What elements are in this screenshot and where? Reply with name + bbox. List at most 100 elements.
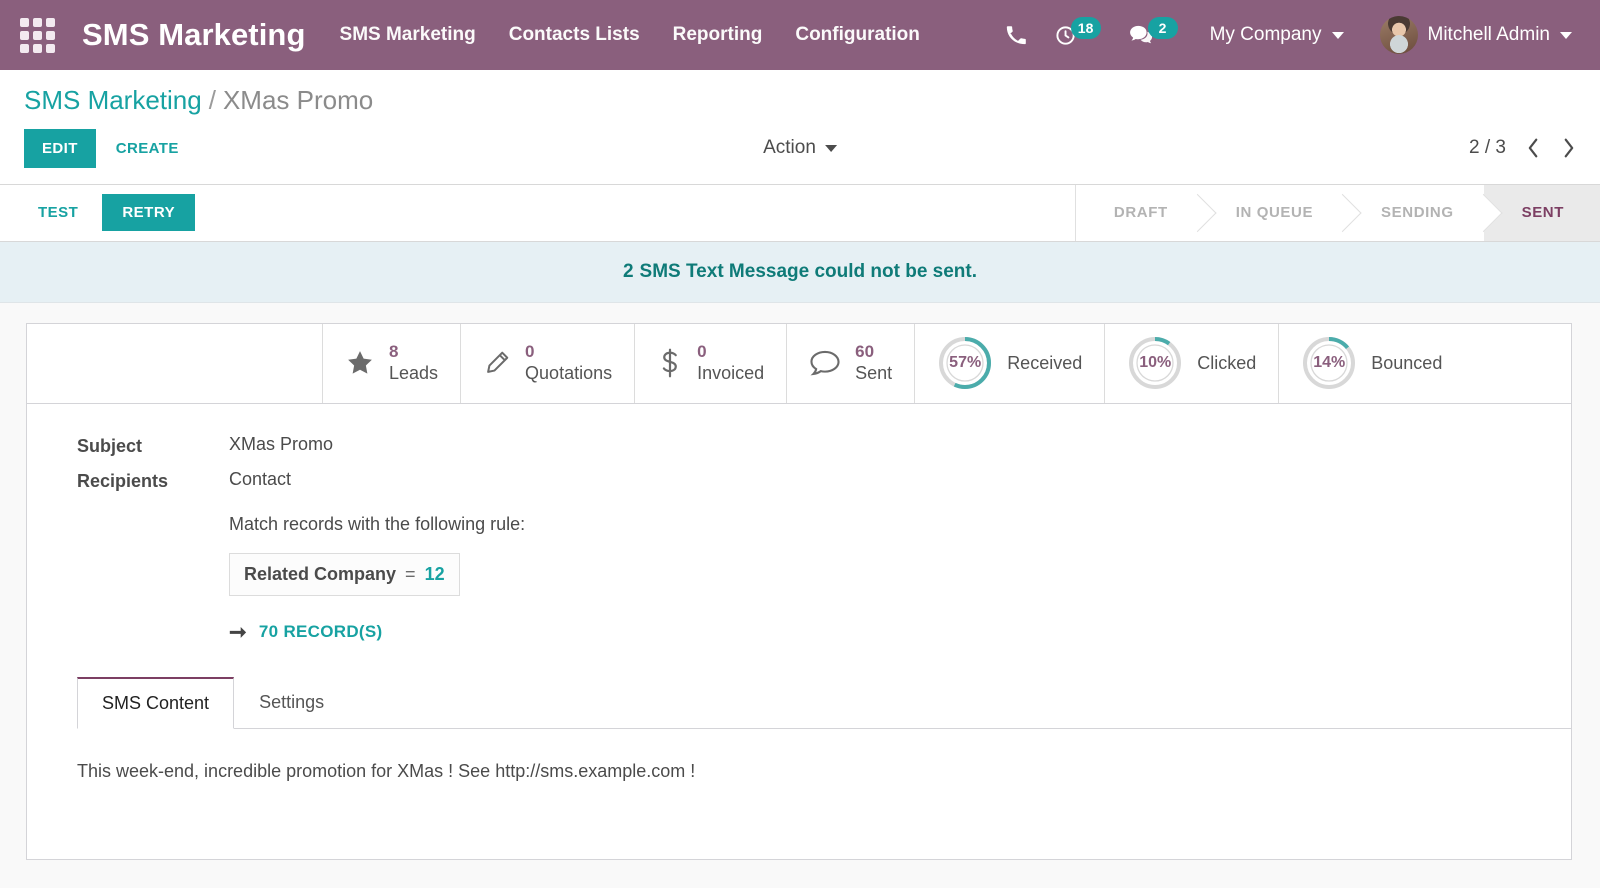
stat-text-invoiced: 0 Invoiced [697, 342, 764, 384]
company-name: My Company [1210, 24, 1322, 46]
stat-button-quotations[interactable]: 0 Quotations [461, 324, 635, 403]
stat-button-received[interactable]: 57% Received [915, 324, 1105, 403]
record-form: Subject XMas Promo Recipients Contact Ma… [27, 404, 1571, 643]
menu-item-sms-marketing[interactable]: SMS Marketing [340, 24, 476, 46]
stage-draft[interactable]: DRAFT [1075, 185, 1198, 241]
donut-bounced: 14% [1301, 335, 1357, 391]
create-button[interactable]: CREATE [100, 129, 195, 168]
dollar-icon [657, 348, 683, 378]
top-navbar: SMS Marketing SMS Marketing Contacts Lis… [0, 0, 1600, 70]
stat-value-quotations: 0 [525, 342, 534, 361]
chevron-down-icon [1560, 32, 1572, 39]
pager-previous-button[interactable] [1526, 136, 1541, 160]
menu-item-contacts-lists[interactable]: Contacts Lists [509, 24, 640, 46]
subject-label: Subject [77, 434, 229, 457]
company-switcher[interactable]: My Company [1192, 24, 1354, 46]
donut-label-received: Received [1007, 353, 1082, 374]
apps-grid-icon[interactable] [14, 12, 60, 58]
phone-icon[interactable] [991, 24, 1041, 46]
star-icon [345, 348, 375, 378]
retry-button[interactable]: RETRY [102, 194, 195, 231]
control-panel: SMS Marketing/XMas Promo EDIT CREATE Act… [0, 70, 1600, 185]
stat-text-sent: 60 Sent [855, 342, 892, 384]
tab-sms-content[interactable]: SMS Content [77, 677, 234, 729]
edit-button[interactable]: EDIT [24, 129, 96, 168]
donut-label-clicked: Clicked [1197, 353, 1256, 374]
field-row-subject: Subject XMas Promo [77, 434, 1521, 457]
stat-label-quotations: Quotations [525, 363, 612, 383]
donut-value-bounced: 14% [1301, 335, 1357, 391]
stat-button-sent[interactable]: 60 Sent [787, 324, 915, 403]
stat-value-leads: 8 [389, 342, 398, 361]
status-pipeline: DRAFT IN QUEUE SENDING SENT [1075, 185, 1600, 241]
alert-count: 2 [623, 261, 634, 282]
stat-button-bounced[interactable]: 14% Bounced [1279, 324, 1464, 403]
user-menu[interactable]: Mitchell Admin [1354, 16, 1583, 54]
donut-received: 57% [937, 335, 993, 391]
recipients-block: Contact Match records with the following… [229, 469, 525, 643]
activity-count-badge: 18 [1071, 17, 1101, 39]
rule-operator: = [405, 564, 416, 585]
sms-body-text[interactable]: This week-end, incredible promotion for … [77, 761, 1521, 782]
breadcrumb-row: SMS Marketing/XMas Promo [0, 70, 1600, 115]
control-panel-actions: EDIT CREATE Action 2 / 3 [0, 115, 1600, 184]
avatar [1380, 16, 1418, 54]
donut-clicked: 10% [1127, 335, 1183, 391]
stat-button-invoiced[interactable]: 0 Invoiced [635, 324, 787, 403]
main-menu: SMS Marketing Contacts Lists Reporting C… [340, 24, 920, 46]
tab-panel-sms-content: This week-end, incredible promotion for … [27, 729, 1571, 859]
navbar-right-group: 18 2 My Company Mitchell Admin [991, 16, 1582, 54]
stat-value-sent: 60 [855, 342, 874, 361]
user-name: Mitchell Admin [1428, 24, 1551, 46]
rule-field-name: Related Company [244, 564, 396, 585]
stat-buttons-row: 8 Leads 0 Quotations 0 Inv [27, 324, 1571, 404]
domain-rule-chip[interactable]: Related Company = 12 [229, 553, 460, 596]
stage-sending[interactable]: SENDING [1343, 185, 1484, 241]
pager-next-button[interactable] [1561, 136, 1576, 160]
pencil-icon [483, 349, 511, 377]
donut-label-bounced: Bounced [1371, 353, 1442, 374]
field-row-recipients: Recipients Contact Match records with th… [77, 469, 1521, 643]
app-brand-title[interactable]: SMS Marketing [82, 17, 306, 53]
stat-label-leads: Leads [389, 363, 438, 383]
records-count-label: 70 RECORD(S) [259, 622, 383, 642]
activity-clock-button[interactable]: 18 [1041, 24, 1115, 47]
breadcrumb-current: XMas Promo [223, 85, 373, 115]
subject-value: XMas Promo [229, 434, 333, 457]
tab-settings[interactable]: Settings [234, 677, 349, 729]
record-pager: 2 / 3 [1469, 136, 1576, 160]
messages-button[interactable]: 2 [1115, 24, 1192, 46]
stat-row-spacer [27, 324, 323, 403]
donut-value-received: 57% [937, 335, 993, 391]
stage-in-queue[interactable]: IN QUEUE [1198, 185, 1343, 241]
breadcrumb: SMS Marketing/XMas Promo [24, 86, 1576, 115]
sheet-wrapper: 8 Leads 0 Quotations 0 Inv [0, 303, 1600, 860]
stat-label-invoiced: Invoiced [697, 363, 764, 383]
menu-item-configuration[interactable]: Configuration [795, 24, 920, 46]
messages-count-badge: 2 [1148, 17, 1178, 39]
recipients-value: Contact [229, 469, 525, 490]
records-count-link[interactable]: ➞ 70 RECORD(S) [229, 622, 525, 643]
stat-label-sent: Sent [855, 363, 892, 383]
breadcrumb-separator: / [209, 85, 216, 115]
test-button[interactable]: TEST [24, 195, 92, 230]
breadcrumb-root[interactable]: SMS Marketing [24, 85, 202, 115]
arrow-right-icon: ➞ [229, 622, 247, 643]
status-bar-buttons: TEST RETRY [24, 185, 195, 241]
rule-intro-text: Match records with the following rule: [229, 514, 525, 535]
stat-button-leads[interactable]: 8 Leads [323, 324, 461, 403]
stat-value-invoiced: 0 [697, 342, 706, 361]
stat-button-clicked[interactable]: 10% Clicked [1105, 324, 1279, 403]
rule-value: 12 [425, 564, 445, 585]
notebook-tabs: SMS Content Settings [77, 677, 1571, 729]
chevron-down-icon [1332, 32, 1344, 39]
menu-item-reporting[interactable]: Reporting [673, 24, 763, 46]
chevron-down-icon [825, 145, 837, 152]
action-dropdown[interactable]: Action [763, 137, 837, 159]
speech-bubble-icon [809, 349, 841, 377]
stat-text-quotations: 0 Quotations [525, 342, 612, 384]
status-bar: TEST RETRY DRAFT IN QUEUE SENDING SENT [0, 185, 1600, 242]
pager-value: 2 / 3 [1469, 137, 1506, 159]
donut-value-clicked: 10% [1127, 335, 1183, 391]
recipients-label: Recipients [77, 469, 229, 643]
